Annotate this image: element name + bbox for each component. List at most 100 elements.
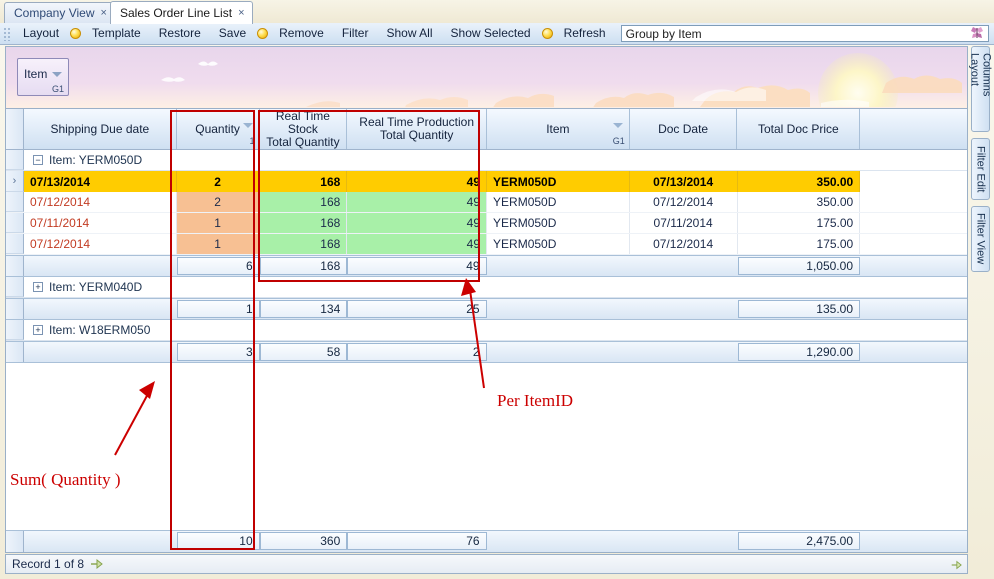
- group-header-label: Item: W18ERM050: [49, 323, 151, 337]
- summary-blank: [630, 342, 738, 362]
- status-bar: Record 1 of 8: [5, 554, 968, 574]
- row-indicator: [6, 299, 24, 319]
- close-icon[interactable]: ×: [238, 7, 244, 19]
- group-summary-row: 6 168 49 1,050.00: [6, 255, 967, 277]
- summary-blank: [24, 342, 177, 362]
- side-tab-filter-view[interactable]: Filter View: [971, 206, 990, 272]
- restore-button[interactable]: Restore: [150, 23, 210, 44]
- cell-total-doc-price: 350.00: [738, 171, 861, 192]
- tab-strip: Company View × Sales Order Line List ×: [0, 0, 994, 24]
- grand-total-blank: [860, 531, 967, 552]
- annotation-box-per-itemid: [258, 110, 480, 282]
- tab-company-view-label: Company View: [14, 6, 95, 20]
- record-counter: Record 1 of 8: [12, 557, 85, 571]
- resize-grip-icon[interactable]: [950, 559, 962, 571]
- template-button[interactable]: Template: [83, 23, 150, 44]
- save-button[interactable]: Save: [210, 23, 255, 44]
- cell-shipping-due-date: 07/11/2014: [24, 213, 177, 233]
- column-header-total-doc-price[interactable]: Total Doc Price: [737, 109, 861, 149]
- sort-desc-icon[interactable]: [612, 123, 623, 128]
- grand-total-real-time-production: 76: [347, 532, 487, 550]
- column-header-item[interactable]: Item G1: [487, 109, 630, 149]
- column-group-index: G1: [612, 136, 625, 146]
- row-indicator[interactable]: [6, 234, 24, 254]
- cell-empty: [860, 192, 967, 212]
- cell-total-doc-price: 175.00: [738, 234, 861, 254]
- side-tab-filter-edit[interactable]: Filter Edit: [971, 138, 990, 200]
- column-header-label: Shipping Due date: [50, 121, 150, 136]
- group-by-input[interactable]: Group by Item: [620, 25, 989, 42]
- tab-sales-order-line-list[interactable]: Sales Order Line List ×: [110, 1, 253, 24]
- summary-blank: [487, 256, 630, 276]
- grand-total-total-doc-price: 2,475.00: [737, 532, 860, 550]
- grand-total-real-time-stock: 360: [259, 532, 348, 550]
- summary-real-time-production: 2: [347, 343, 487, 361]
- group-by-chip-item[interactable]: Item G1: [17, 58, 69, 96]
- summary-blank: [860, 299, 967, 319]
- collapse-icon[interactable]: −: [33, 155, 43, 165]
- table-row[interactable]: 07/12/2014 2 168 49 YERM050D 07/12/2014 …: [6, 192, 967, 213]
- cell-doc-date: 07/13/2014: [630, 171, 738, 192]
- table-row[interactable]: 07/12/2014 1 168 49 YERM050D 07/12/2014 …: [6, 234, 967, 255]
- grand-total-blank: [630, 531, 738, 552]
- column-header-shipping-due-date[interactable]: Shipping Due date: [24, 109, 177, 149]
- expand-icon[interactable]: +: [33, 325, 43, 335]
- summary-real-time-stock: 134: [259, 300, 348, 318]
- group-by-panel[interactable]: Item G1: [5, 46, 968, 108]
- cell-empty: [860, 213, 967, 233]
- tab-sales-order-line-list-label: Sales Order Line List: [120, 6, 233, 20]
- group-header-label: Item: YERM040D: [49, 280, 143, 294]
- bulb-icon: [70, 28, 82, 39]
- row-indicator[interactable]: [6, 213, 24, 233]
- column-header-doc-date[interactable]: Doc Date: [630, 109, 738, 149]
- summary-blank: [487, 299, 630, 319]
- annotation-label-per-itemid: Per ItemID: [497, 391, 574, 410]
- table-row[interactable]: 07/11/2014 1 168 49 YERM050D 07/11/2014 …: [6, 213, 967, 234]
- next-record-icon[interactable]: [90, 558, 104, 570]
- sunset-background-image: [6, 47, 967, 107]
- row-indicator[interactable]: [6, 192, 24, 212]
- group-by-chip-index: G1: [51, 84, 64, 94]
- cell-item: YERM050D: [487, 213, 630, 233]
- group-by-chip-label: Item: [24, 67, 48, 81]
- remove-button[interactable]: Remove: [270, 23, 333, 44]
- cell-total-doc-price: 350.00: [738, 192, 861, 212]
- column-header-empty[interactable]: [860, 109, 967, 149]
- table-row[interactable]: › 07/13/2014 2 168 49 YERM050D 07/13/201…: [6, 171, 967, 192]
- cell-item: YERM050D: [487, 234, 630, 254]
- side-tab-label: Columns Layout: [968, 53, 993, 97]
- grand-total-blank: [24, 531, 177, 552]
- bulb-icon: [257, 28, 269, 39]
- row-indicator-header: [6, 109, 24, 149]
- cell-shipping-due-date: 07/12/2014: [24, 192, 177, 212]
- grid-header-row: Shipping Due date Quantity 1 Real Time S…: [6, 109, 967, 150]
- group-header-row[interactable]: − Item: YERM050D: [6, 150, 967, 171]
- tab-company-view[interactable]: Company View ×: [4, 2, 115, 23]
- group-header-row[interactable]: + Item: W18ERM050: [6, 320, 967, 341]
- cell-empty: [860, 171, 967, 192]
- side-tab-columns-layout[interactable]: Columns Layout: [968, 46, 993, 132]
- side-tab-label: Filter Edit: [974, 145, 987, 193]
- filter-butterfly-icon[interactable]: [970, 27, 984, 41]
- summary-total-doc-price: 1,290.00: [737, 343, 860, 361]
- row-indicator: [6, 320, 24, 340]
- row-indicator-current[interactable]: ›: [6, 171, 24, 192]
- drag-handle-icon[interactable]: [3, 26, 12, 41]
- summary-total-doc-price: 1,050.00: [737, 257, 860, 275]
- expand-icon[interactable]: +: [33, 282, 43, 292]
- group-header-row[interactable]: + Item: YERM040D: [6, 277, 967, 298]
- group-summary-row: 1 134 25 135.00: [6, 298, 967, 320]
- close-icon[interactable]: ×: [100, 7, 106, 19]
- row-indicator: [6, 150, 24, 170]
- filter-button[interactable]: Filter: [333, 23, 378, 44]
- show-selected-button[interactable]: Show Selected: [442, 23, 540, 44]
- column-header-label: Doc Date: [658, 121, 709, 136]
- cell-doc-date: 07/12/2014: [630, 192, 738, 212]
- refresh-button[interactable]: Refresh: [555, 23, 615, 44]
- chevron-down-icon[interactable]: [52, 72, 62, 77]
- show-all-button[interactable]: Show All: [377, 23, 441, 44]
- layout-button[interactable]: Layout: [14, 23, 68, 44]
- row-indicator: [6, 256, 24, 276]
- group-summary-row: 3 58 2 1,290.00: [6, 341, 967, 363]
- group-header-label: Item: YERM050D: [49, 153, 143, 167]
